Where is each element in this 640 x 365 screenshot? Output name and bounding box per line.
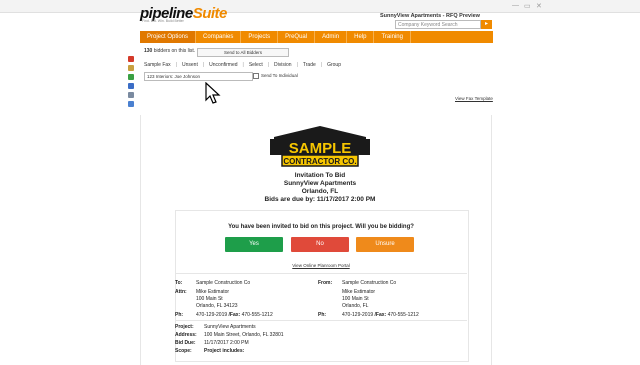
nav-admin[interactable]: Admin — [315, 31, 348, 43]
bidder-filters: Sample Fax | Unsent | Unconfirmed | Sele… — [144, 62, 341, 68]
filter-sample-fax[interactable]: Sample Fax — [144, 62, 171, 68]
send-individual-checkbox[interactable] — [253, 73, 259, 79]
separator: | — [242, 62, 244, 68]
bidder-count-number: 130 — [144, 48, 153, 54]
nav-training[interactable]: Training — [374, 31, 411, 43]
wrench-icon[interactable] — [128, 65, 134, 71]
send-to-all-bidders-button[interactable]: Send to All Bidders — [197, 48, 289, 57]
nav-companies[interactable]: Companies — [196, 31, 242, 43]
filter-unsent[interactable]: Unsent — [182, 62, 198, 68]
plus-icon[interactable] — [128, 101, 134, 107]
filter-trade[interactable]: Trade — [303, 62, 316, 68]
add-icon[interactable] — [128, 74, 134, 80]
scope-value: Project includes: — [204, 348, 245, 354]
bidding-question: You have been invited to bid on this pro… — [228, 224, 414, 230]
view-fax-template-link[interactable]: View Fax Template — [455, 96, 493, 101]
from-label: From: — [318, 280, 333, 286]
unsure-button[interactable]: Unsure — [356, 237, 414, 252]
yes-button[interactable]: Yes — [225, 237, 283, 252]
from-phone-label: Ph: — [318, 312, 327, 318]
attn-label: Attn: — [175, 289, 187, 295]
nav-projects[interactable]: Projects — [241, 31, 279, 43]
sample-contractor-logo: SAMPLE CONTRACTOR CO. — [270, 126, 370, 167]
nav-prequal[interactable]: PreQual — [278, 31, 316, 43]
address-value: 100 Main Street, Orlando, FL 32801 — [204, 332, 284, 338]
bidder-count: 130 bidders on this list. — [144, 48, 195, 54]
nav-project-options[interactable]: Project Options — [140, 31, 197, 43]
filter-unconfirmed[interactable]: Unconfirmed — [209, 62, 237, 68]
separator: | — [267, 62, 270, 68]
invitation-project: SunnyView Apartments — [283, 180, 357, 187]
to-value: Sample Construction Co — [196, 280, 251, 286]
separator: | — [320, 62, 323, 68]
to-phone: 470-129-2019 /Fax: 470-555-1212 — [196, 312, 273, 318]
calendar-icon[interactable] — [128, 83, 134, 89]
from-address-line1: 100 Main St — [342, 296, 369, 302]
from-address-line2: Orlando, FL — [342, 303, 369, 309]
browser-chrome: — ▭ ✕ — [0, 0, 640, 13]
online-planroom-link[interactable]: View Online Planroom Portal — [175, 263, 467, 268]
filter-division[interactable]: Division — [274, 62, 292, 68]
filter-select[interactable]: Select — [249, 62, 263, 68]
to-phone-label: Ph: — [175, 312, 184, 318]
to-phone-value: 470-129-2019 — [196, 312, 228, 318]
project-value: SunnyView Apartments — [204, 324, 256, 330]
to-address-line2: Orlando, FL 34123 — [196, 303, 238, 309]
from-fax-value: 470-555-1212 — [387, 312, 419, 318]
send-individual-label: Send To Individual — [261, 73, 298, 79]
from-name: Mike Estimator — [342, 289, 376, 295]
settings-icon[interactable] — [128, 92, 134, 98]
to-label: To: — [175, 280, 183, 286]
maximize-button[interactable]: ▭ — [524, 2, 531, 10]
home-icon[interactable] — [128, 56, 134, 62]
from-value: Sample Construction Co — [342, 280, 397, 286]
close-button[interactable]: ✕ — [536, 2, 542, 10]
from-phone-value: 470-129-2019 — [342, 312, 374, 318]
invitation-title: Invitation To Bid — [294, 172, 346, 179]
to-address-line1: 100 Main St — [196, 296, 223, 302]
divider — [175, 273, 467, 274]
scope-label: Scope: — [175, 348, 192, 354]
logo-sample-text: SAMPLE — [289, 140, 352, 157]
nav-help[interactable]: Help — [347, 31, 375, 43]
project-title: SunnyView Apartments - RFQ Preview — [380, 13, 480, 19]
logo-contractor-text: CONTRACTOR CO. — [283, 157, 356, 166]
search-button[interactable]: ▸ — [481, 20, 492, 29]
separator: | — [175, 62, 177, 68]
bid-due-label: Bid Due: — [175, 340, 196, 346]
no-button[interactable]: No — [291, 237, 349, 252]
to-fax-label: /Fax: — [228, 312, 241, 318]
from-phone: 470-129-2019 /Fax: 470-555-1212 — [342, 312, 419, 318]
attn-value: Mike Estimator — [196, 289, 230, 295]
filter-group[interactable]: Group — [327, 62, 341, 68]
separator: | — [202, 62, 205, 68]
invitation-location: Orlando, FL — [301, 188, 339, 195]
bidder-select-input[interactable]: 123 Interiors: Joe Johnson — [144, 72, 253, 81]
mouse-cursor-icon — [205, 82, 221, 104]
tool-icons — [128, 56, 134, 110]
logo-tagline: Find. Bid. Win. Build Better — [142, 19, 184, 23]
separator: | — [296, 62, 298, 68]
main-nav: Project Options Companies Projects PreQu… — [140, 31, 493, 43]
bid-due-value: 11/17/2017 2:00 PM — [204, 340, 249, 346]
bidder-count-label: bidders on this list. — [153, 48, 196, 54]
minimize-button[interactable]: — — [512, 2, 519, 9]
invitation-due-date: Bids are due by: 11/17/2017 2:00 PM — [264, 196, 376, 203]
address-label: Address: — [175, 332, 197, 338]
from-fax-label: /Fax: — [374, 312, 387, 318]
project-label: Project: — [175, 324, 194, 330]
send-to-individual[interactable]: Send To Individual — [253, 73, 298, 79]
divider — [175, 320, 467, 321]
to-fax-value: 470-555-1212 — [241, 312, 273, 318]
company-search-input[interactable]: Company Keyword Search — [395, 20, 481, 29]
